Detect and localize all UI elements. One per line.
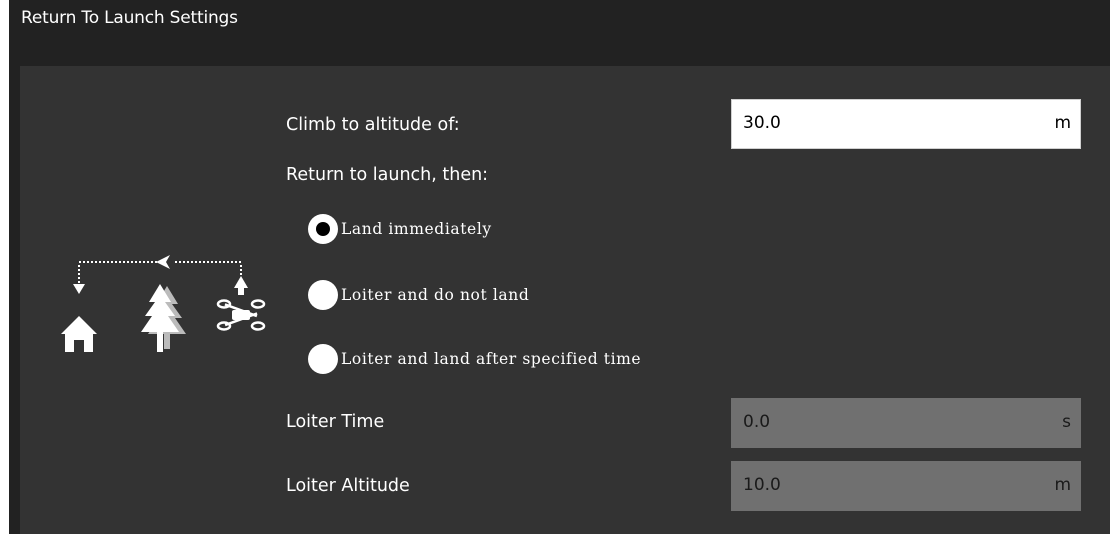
radio-button-checked[interactable] [308, 214, 338, 244]
return-to-launch-diagram [61, 255, 266, 352]
radio-label: Loiter and land after specified time [341, 350, 642, 368]
radio-button[interactable] [308, 344, 338, 374]
radio-label: Land immediately [341, 220, 492, 238]
radio-loiter-no-land[interactable]: Loiter and do not land [308, 279, 529, 311]
loiter-time-label: Loiter Time [286, 412, 385, 432]
climb-altitude-field[interactable]: 30.0 m [731, 99, 1081, 149]
loiter-altitude-label: Loiter Altitude [286, 476, 410, 496]
loiter-altitude-unit: m [1054, 475, 1071, 495]
radio-loiter-land-after-time[interactable]: Loiter and land after specified time [308, 343, 641, 375]
climb-altitude-value[interactable]: 30.0 [743, 113, 781, 133]
home-icon [61, 316, 97, 352]
loiter-time-field[interactable]: 0.0 s [731, 398, 1081, 448]
loiter-time-value[interactable]: 0.0 [743, 412, 770, 432]
trees-icon [141, 284, 186, 352]
loiter-time-unit: s [1062, 412, 1071, 432]
radio-land-immediately[interactable]: Land immediately [308, 213, 492, 245]
arrow-left-icon [156, 255, 170, 269]
dotted-line [78, 261, 242, 283]
climb-altitude-label: Climb to altitude of: [286, 115, 460, 135]
radio-button[interactable] [308, 280, 338, 310]
rtl-settings-panel: Return To Launch Settings Climb to altit… [9, 0, 1110, 534]
section-title: Return To Launch Settings [21, 8, 238, 28]
section-header: Return To Launch Settings [9, 0, 1110, 66]
return-then-label: Return to launch, then: [286, 165, 489, 185]
radio-label: Loiter and do not land [341, 286, 530, 304]
loiter-altitude-value[interactable]: 10.0 [743, 475, 781, 495]
loiter-altitude-field[interactable]: 10.0 m [731, 461, 1081, 511]
arrow-down-icon [73, 284, 85, 294]
climb-altitude-unit: m [1054, 113, 1071, 133]
drone-icon [216, 276, 266, 331]
